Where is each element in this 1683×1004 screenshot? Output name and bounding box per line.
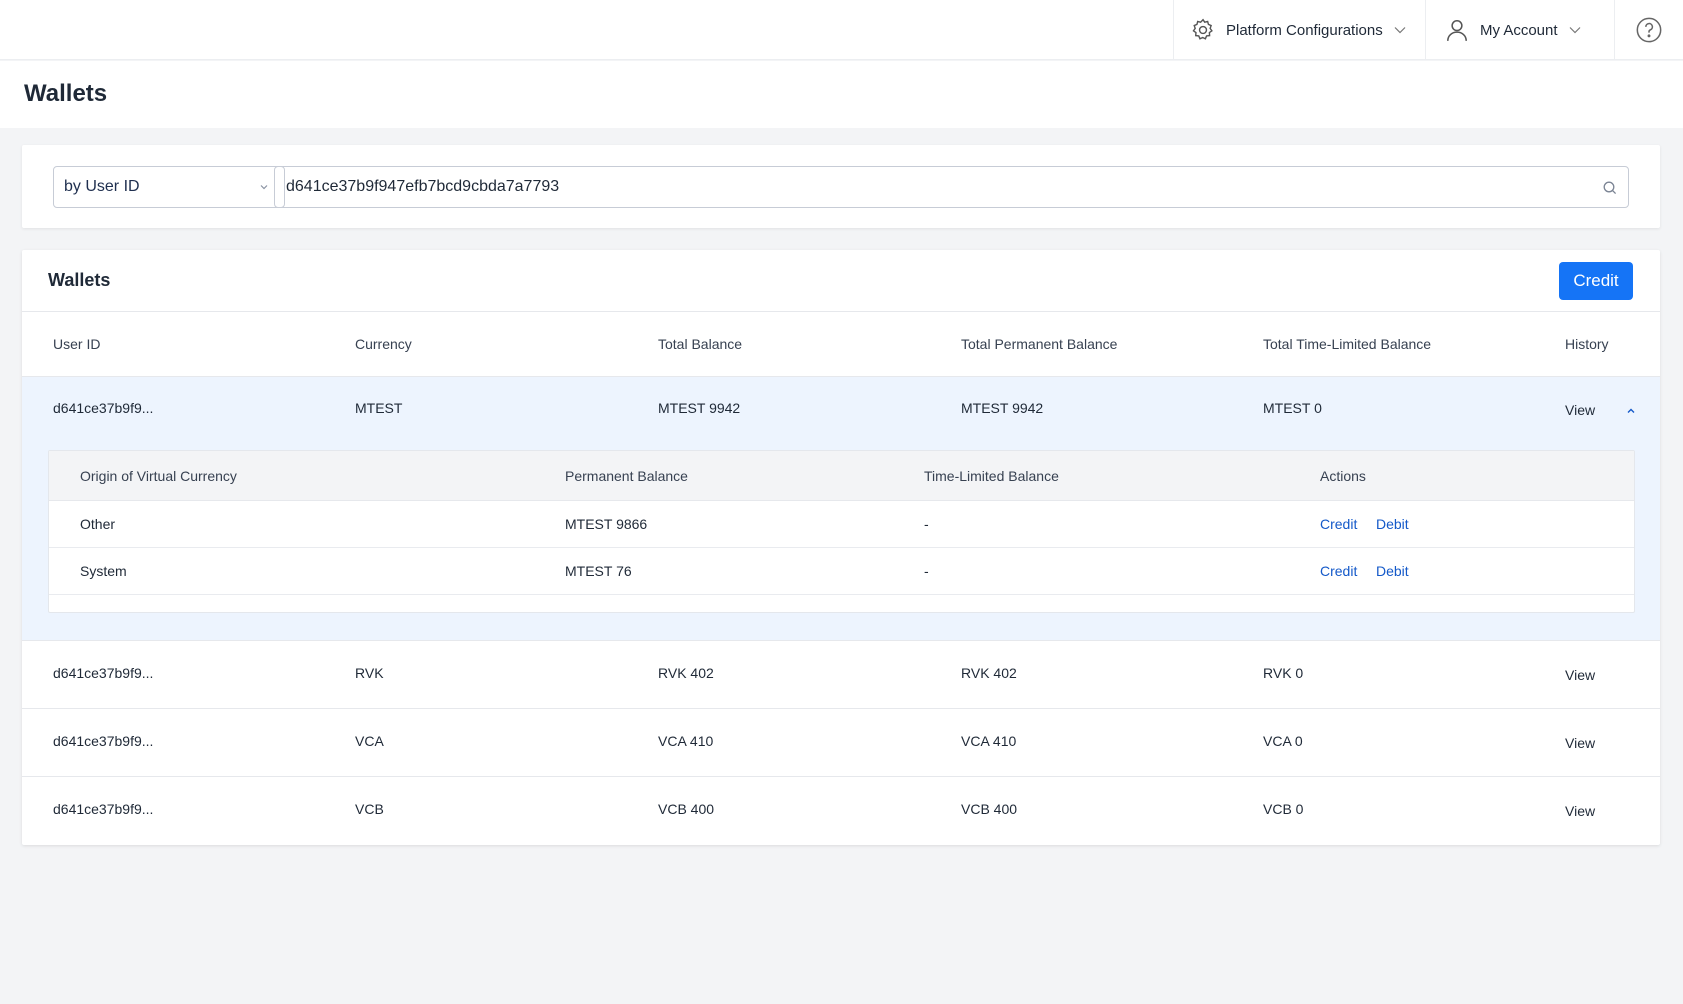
debit-link[interactable]: Debit (1376, 516, 1409, 532)
cell-total-time-limited-balance: VCA 0 (1263, 733, 1303, 749)
column-header-history: History (1565, 336, 1609, 352)
cell-total-balance: VCA 410 (658, 733, 714, 749)
top-bar: Platform Configurations My Account (0, 0, 1683, 60)
column-header-origin: Origin of Virtual Currency (80, 468, 237, 484)
page-title: Wallets (24, 80, 108, 107)
cell-user-id: d641ce37b9f9... (53, 665, 154, 681)
my-account-menu[interactable]: My Account (1425, 0, 1614, 60)
cell-total-time-limited-balance: RVK 0 (1263, 665, 1304, 681)
help-circle-icon (1635, 16, 1663, 44)
cell-total-balance: MTEST 9942 (658, 400, 741, 416)
table-row[interactable]: d641ce37b9f9... RVK RVK 402 RVK 402 RVK … (22, 640, 1660, 708)
cell-currency: VCB (355, 801, 384, 817)
search-query: d641ce37b9f947efb7bcd9cbda7a7793 (286, 178, 560, 195)
debit-link[interactable]: Debit (1376, 563, 1409, 579)
column-header-permanent-balance: Permanent Balance (565, 468, 688, 484)
chevron-down-icon (258, 180, 270, 192)
table-header: User ID Currency Total Balance Total Per… (22, 312, 1660, 376)
view-history-link[interactable]: View (1565, 735, 1595, 751)
subtable-row: System MTEST 76 - Credit Debit (49, 548, 1634, 595)
search-card: by User ID d641ce37b9f947efb7bcd9cbda7a7… (22, 145, 1660, 228)
cell-origin: Other (80, 516, 116, 532)
cell-total-permanent-balance: MTEST 9942 (961, 400, 1044, 416)
credit-link[interactable]: Credit (1320, 563, 1357, 579)
cell-origin: System (80, 563, 127, 579)
cell-currency: VCA (355, 733, 384, 749)
search-filter-value: by User ID (64, 178, 140, 195)
column-header-time-limited-balance: Time-Limited Balance (924, 468, 1059, 484)
search-input[interactable]: d641ce37b9f947efb7bcd9cbda7a7793 (274, 166, 1629, 208)
gear-icon (1190, 17, 1216, 43)
cell-time-limited-balance: - (924, 563, 929, 579)
my-account-label: My Account (1480, 21, 1558, 39)
cell-permanent-balance: MTEST 76 (565, 563, 632, 579)
column-header-currency: Currency (355, 336, 412, 352)
cell-permanent-balance: MTEST 9866 (565, 516, 648, 532)
cell-total-permanent-balance: VCA 410 (961, 733, 1017, 749)
page-header (0, 61, 1683, 128)
cell-time-limited-balance: - (924, 516, 929, 532)
search-filter-select[interactable]: by User ID (53, 166, 285, 208)
table-row[interactable]: d641ce37b9f9... VCB VCB 400 VCB 400 VCB … (22, 776, 1660, 845)
column-header-total-balance: Total Balance (658, 336, 743, 352)
subtable-row: Other MTEST 9866 - Credit Debit (49, 501, 1634, 548)
cell-total-balance: RVK 402 (658, 665, 714, 681)
column-header-total-time-limited-balance: Total Time-Limited Balance (1263, 336, 1432, 352)
cell-currency: MTEST (355, 400, 403, 416)
view-history-link[interactable]: View (1565, 667, 1595, 683)
cell-currency: RVK (355, 665, 384, 681)
table-row[interactable]: d641ce37b9f9... VCA VCA 410 VCA 410 VCA … (22, 708, 1660, 776)
help-button[interactable] (1614, 0, 1683, 60)
wallets-card: Wallets Credit User ID Currency Total Ba… (22, 250, 1660, 845)
credit-button[interactable]: Credit (1559, 262, 1633, 300)
chevron-up-icon[interactable] (1625, 404, 1637, 416)
platform-configurations-label: Platform Configurations (1226, 21, 1383, 39)
user-icon (1444, 17, 1470, 43)
cell-total-permanent-balance: RVK 402 (961, 665, 1017, 681)
platform-configurations-menu[interactable]: Platform Configurations (1173, 0, 1425, 60)
chevron-down-icon (1393, 23, 1407, 37)
column-header-total-permanent-balance: Total Permanent Balance (961, 336, 1118, 352)
view-history-link[interactable]: View (1565, 803, 1595, 819)
wallets-card-title: Wallets (48, 270, 111, 290)
cell-user-id: d641ce37b9f9... (53, 801, 154, 817)
table-row[interactable]: d641ce37b9f9... MTEST MTEST 9942 MTEST 9… (22, 376, 1660, 640)
cell-total-balance: VCB 400 (658, 801, 715, 817)
cell-total-time-limited-balance: VCB 0 (1263, 801, 1304, 817)
cell-total-time-limited-balance: MTEST 0 (1263, 400, 1322, 416)
chevron-down-icon (1568, 23, 1582, 37)
origin-breakdown-table: Origin of Virtual Currency Permanent Bal… (48, 450, 1635, 613)
credit-link[interactable]: Credit (1320, 516, 1357, 532)
subtable-header: Origin of Virtual Currency Permanent Bal… (49, 451, 1634, 501)
view-history-link[interactable]: View (1565, 402, 1595, 418)
column-header-user-id: User ID (53, 336, 101, 352)
cell-total-permanent-balance: VCB 400 (961, 801, 1018, 817)
column-header-actions: Actions (1320, 468, 1366, 484)
cell-user-id: d641ce37b9f9... (53, 733, 154, 749)
search-icon[interactable] (1602, 180, 1618, 196)
cell-user-id: d641ce37b9f9... (53, 400, 154, 416)
